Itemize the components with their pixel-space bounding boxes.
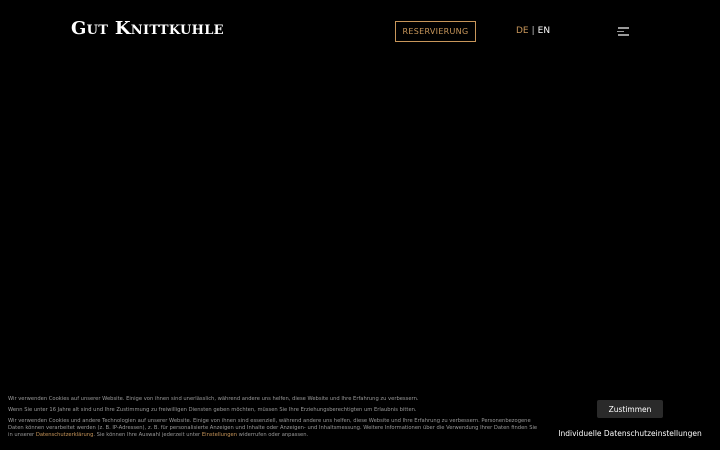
site-header: Gut Knittkuhle RESERVIERUNG DE | EN bbox=[0, 0, 720, 64]
cookie-details-text-3: widerrufen oder anpassen. bbox=[237, 432, 309, 438]
language-switcher: DE | EN bbox=[516, 26, 550, 36]
hamburger-menu-icon[interactable] bbox=[617, 26, 629, 36]
accept-cookies-button[interactable]: Zustimmen bbox=[597, 400, 663, 418]
reservation-button[interactable]: RESERVIERUNG bbox=[395, 21, 476, 42]
cookie-text-details: Wir verwenden Cookies und andere Technol… bbox=[8, 418, 538, 439]
lang-en-link[interactable]: EN bbox=[538, 26, 550, 36]
cookie-settings-link[interactable]: Einstellungen bbox=[202, 432, 237, 438]
cookie-banner: Wir verwenden Cookies auf unserer Websit… bbox=[0, 390, 720, 450]
cookie-text-intro: Wir verwenden Cookies auf unserer Websit… bbox=[8, 396, 419, 402]
privacy-settings-button[interactable]: Individuelle Datenschutzeinstellungen bbox=[558, 427, 701, 439]
site-logo[interactable]: Gut Knittkuhle bbox=[71, 18, 224, 39]
cookie-details-text-2: . Sie können Ihre Auswahl jederzeit unte… bbox=[93, 432, 202, 438]
lang-de-link[interactable]: DE bbox=[516, 26, 529, 36]
lang-separator: | bbox=[531, 26, 535, 36]
privacy-policy-link[interactable]: Datenschutzerklärung bbox=[36, 432, 94, 438]
cookie-text-age-notice: Wenn Sie unter 16 Jahre alt sind und Ihr… bbox=[8, 407, 417, 413]
